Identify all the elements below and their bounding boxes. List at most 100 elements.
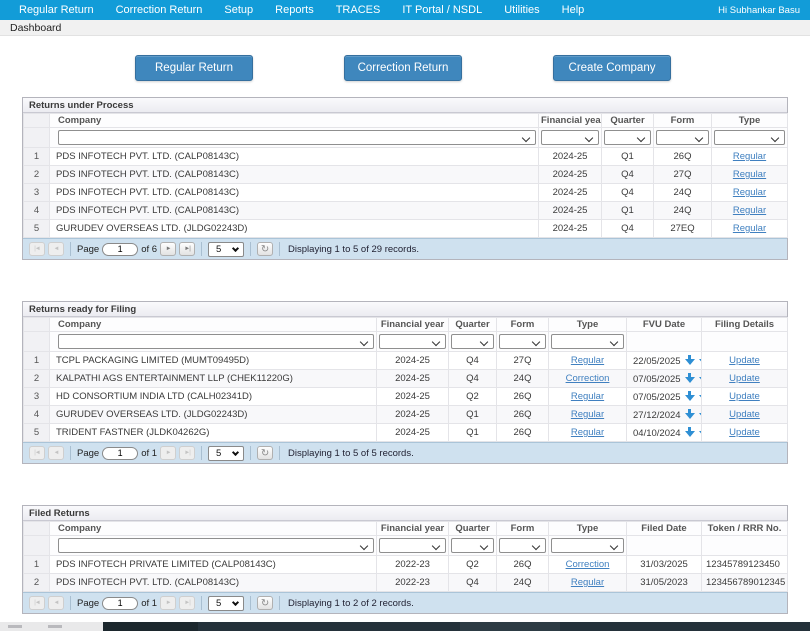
filter-select-quarter[interactable]: [604, 130, 651, 145]
return-type-link[interactable]: Correction: [566, 373, 610, 384]
filter-select-quarter[interactable]: [451, 334, 494, 349]
fvu-date: 22/05/2025: [633, 356, 681, 367]
update-link[interactable]: Update: [729, 427, 760, 438]
menu-item-traces[interactable]: TRACES: [325, 4, 392, 16]
first-page-button[interactable]: |◄: [29, 242, 45, 256]
return-type-link[interactable]: Regular: [733, 223, 766, 234]
page-number-input[interactable]: [102, 243, 138, 256]
refresh-button[interactable]: ↻: [257, 242, 273, 256]
prev-page-button[interactable]: ◄: [48, 242, 64, 256]
menu-item-it-portal-nsdl[interactable]: IT Portal / NSDL: [391, 4, 493, 16]
next-page-button[interactable]: ►: [160, 596, 176, 610]
page-label: Page: [77, 598, 99, 609]
menu-item-correction-return[interactable]: Correction Return: [105, 4, 214, 16]
column-header-fvu_date: FVU Date: [627, 318, 702, 332]
page-size-select[interactable]: 5: [208, 596, 244, 611]
filter-select-form[interactable]: [499, 334, 546, 349]
next-page-button[interactable]: ►: [160, 242, 176, 256]
pagination-bar: |◄ ◄ Page of 1 ► ►| 5 ↻ Displaying 1 to …: [23, 592, 787, 613]
column-header-form: Form: [497, 318, 549, 332]
filter-select-type[interactable]: [551, 334, 624, 349]
filter-select-fy[interactable]: [379, 334, 446, 349]
column-header-token: Token / RRR No.: [702, 522, 788, 536]
filter-select-type[interactable]: [714, 130, 785, 145]
panel-returns-under-process: Returns under Process CompanyFinancial y…: [22, 97, 788, 260]
column-header-quarter: Quarter: [602, 114, 654, 128]
update-link[interactable]: Update: [729, 391, 760, 402]
return-type-link[interactable]: Regular: [733, 187, 766, 198]
filter-select-fy[interactable]: [541, 130, 599, 145]
create-company-button[interactable]: Create Company: [553, 55, 671, 81]
menu-item-regular-return[interactable]: Regular Return: [8, 4, 105, 16]
download-icon[interactable]: [685, 373, 695, 384]
pager-divider: [70, 596, 71, 610]
fvu-date: 04/10/2024: [633, 428, 681, 439]
fvu-date: 27/12/2024: [633, 410, 681, 421]
first-page-button[interactable]: |◄: [29, 446, 45, 460]
table-row: 4GURUDEV OVERSEAS LTD. (JLDG02243D)2024-…: [24, 406, 788, 424]
breadcrumb[interactable]: Dashboard: [10, 22, 61, 34]
menu-item-setup[interactable]: Setup: [213, 4, 264, 16]
return-type-link[interactable]: Regular: [571, 355, 604, 366]
return-type-link[interactable]: Correction: [566, 559, 610, 570]
filter-select-quarter[interactable]: [451, 538, 494, 553]
page-number-input[interactable]: [102, 597, 138, 610]
return-type-link[interactable]: Regular: [733, 151, 766, 162]
table-row: 3PDS INFOTECH PVT. LTD. (CALP08143C)2024…: [24, 184, 788, 202]
filter-select-form[interactable]: [499, 538, 546, 553]
menu-item-utilities[interactable]: Utilities: [493, 4, 550, 16]
return-type-link[interactable]: Regular: [571, 391, 604, 402]
download-icon[interactable]: [685, 391, 695, 402]
pagination-status: Displaying 1 to 5 of 5 records.: [288, 448, 414, 459]
taskbar-segment: [103, 622, 198, 631]
update-link[interactable]: Update: [729, 409, 760, 420]
return-type-link[interactable]: Regular: [571, 409, 604, 420]
regular-return-button[interactable]: Regular Return: [135, 55, 253, 81]
table-row: 5TRIDENT FASTNER (JLDK04262G)2024-25Q126…: [24, 424, 788, 442]
last-page-button[interactable]: ►|: [179, 446, 195, 460]
panel-title: Filed Returns: [23, 506, 787, 521]
pager-divider: [250, 242, 251, 256]
correction-return-button[interactable]: Correction Return: [344, 55, 462, 81]
action-buttons: Regular Return Correction Return Create …: [135, 55, 810, 81]
page-number-input[interactable]: [102, 447, 138, 460]
column-header-fy: Financial year: [539, 114, 602, 128]
last-page-button[interactable]: ►|: [179, 242, 195, 256]
filter-select-company[interactable]: [58, 130, 536, 145]
pagination-bar: |◄ ◄ Page of 6 ► ►| 5 ↻ Displaying 1 to …: [23, 238, 787, 259]
last-page-button[interactable]: ►|: [179, 596, 195, 610]
return-type-link[interactable]: Regular: [571, 577, 604, 588]
table-row: 3HD CONSORTIUM INDIA LTD (CALH02341D)202…: [24, 388, 788, 406]
return-type-link[interactable]: Regular: [733, 169, 766, 180]
prev-page-button[interactable]: ◄: [48, 596, 64, 610]
column-header-filed_date: Filed Date: [627, 522, 702, 536]
refresh-button[interactable]: ↻: [257, 446, 273, 460]
panel-title: Returns under Process: [23, 98, 787, 113]
prev-page-button[interactable]: ◄: [48, 446, 64, 460]
filter-select-type[interactable]: [551, 538, 624, 553]
filter-select-form[interactable]: [656, 130, 709, 145]
filter-select-company[interactable]: [58, 538, 374, 553]
filter-select-company[interactable]: [58, 334, 374, 349]
menu-item-help[interactable]: Help: [551, 4, 596, 16]
return-type-link[interactable]: Regular: [733, 205, 766, 216]
return-type-link[interactable]: Regular: [571, 427, 604, 438]
taskbar-icon: [48, 625, 62, 628]
filter-select-fy[interactable]: [379, 538, 446, 553]
download-icon[interactable]: [685, 355, 695, 366]
refresh-button[interactable]: ↻: [257, 596, 273, 610]
column-header-company: Company: [50, 522, 377, 536]
download-icon[interactable]: [685, 409, 695, 420]
menu-item-reports[interactable]: Reports: [264, 4, 325, 16]
first-page-button[interactable]: |◄: [29, 596, 45, 610]
page-size-select[interactable]: 5: [208, 446, 244, 461]
update-link[interactable]: Update: [729, 373, 760, 384]
pager-divider: [279, 446, 280, 460]
fvu-date: 07/05/2025: [633, 392, 681, 403]
next-page-button[interactable]: ►: [160, 446, 176, 460]
column-header-fy: Financial year: [377, 318, 449, 332]
page-size-select[interactable]: 5: [208, 242, 244, 257]
chevron-down-icon: [232, 448, 239, 455]
download-icon[interactable]: [685, 427, 695, 438]
update-link[interactable]: Update: [729, 355, 760, 366]
